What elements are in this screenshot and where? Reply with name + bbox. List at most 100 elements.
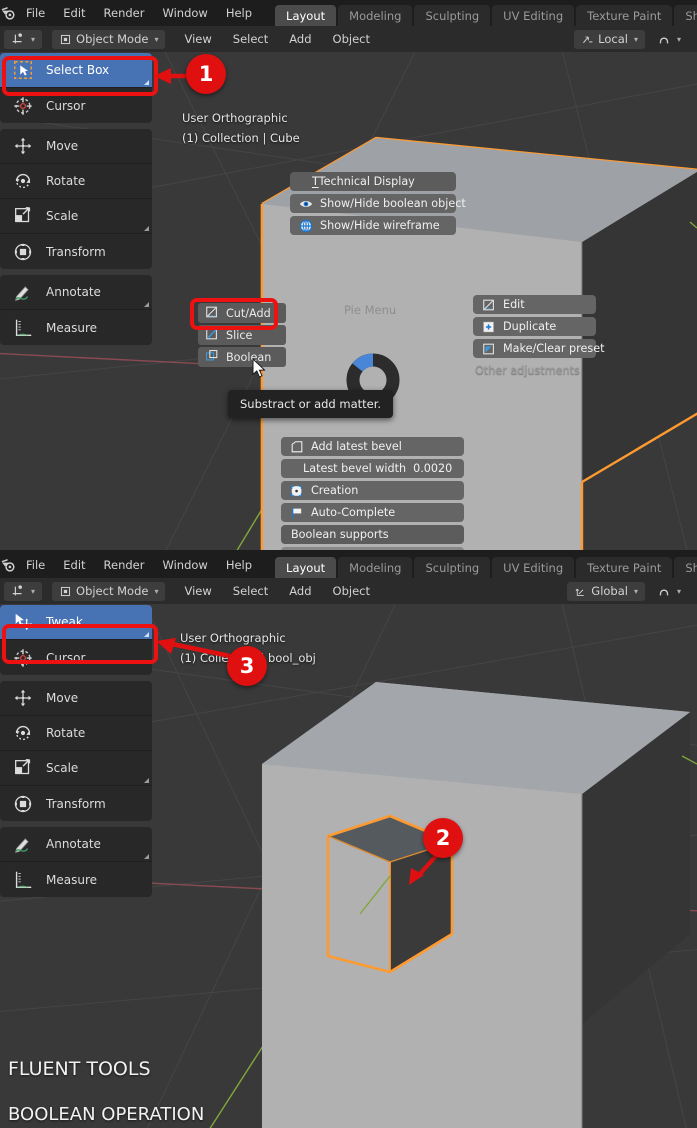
- blender-logo-icon[interactable]: [0, 0, 17, 26]
- header-menu-select[interactable]: Select: [224, 30, 277, 49]
- menu-help[interactable]: Help: [217, 0, 261, 26]
- tool-label: Move: [46, 691, 79, 705]
- menu-item-make-clear-preset[interactable]: Make/Clear preset: [473, 339, 605, 358]
- header-menu-object[interactable]: Object: [324, 30, 379, 49]
- menu-render[interactable]: Render: [95, 0, 154, 26]
- editor-type-icon[interactable]: ▾: [4, 29, 43, 49]
- tool-tweak[interactable]: Tweak: [0, 605, 152, 640]
- blender-logo-icon[interactable]: [0, 552, 17, 578]
- menu-edit[interactable]: Edit: [54, 552, 94, 578]
- menu-item-latest-bevel-width[interactable]: Latest bevel width 0.0020: [281, 459, 464, 478]
- viewport-3d-top[interactable]: User Orthographic (1) Collection | Cube …: [0, 52, 697, 550]
- tool-transform[interactable]: Transform: [0, 786, 152, 821]
- tab-modeling[interactable]: Modeling: [338, 557, 413, 578]
- object-mode-selector[interactable]: Object Mode ▾: [52, 581, 166, 601]
- cursor-3d-icon: [10, 93, 36, 119]
- tool-group-select: Select Box Cursor: [0, 53, 152, 123]
- menu-item-edit[interactable]: Edit: [473, 295, 596, 314]
- snap-magnet-button[interactable]: ▾: [648, 582, 690, 601]
- menu-item-value: 0.0020: [413, 462, 453, 475]
- expand-corner-icon: [144, 226, 149, 231]
- header-menu-select[interactable]: Select: [224, 582, 277, 601]
- menu-help[interactable]: Help: [217, 552, 261, 578]
- tool-label: Cursor: [46, 98, 86, 113]
- menu-item-slice[interactable]: Slice: [198, 325, 286, 345]
- menu-window[interactable]: Window: [153, 552, 216, 578]
- menu-item-add-latest-bevel[interactable]: Add latest bevel: [281, 437, 464, 456]
- tool-label: Transform: [46, 796, 106, 811]
- tab-texture-paint[interactable]: Texture Paint: [576, 5, 673, 26]
- object-mode-selector[interactable]: Object Mode ▾: [52, 29, 166, 49]
- tab-uv-editing[interactable]: UV Editing: [492, 557, 575, 578]
- header-menu-view[interactable]: View: [175, 30, 220, 49]
- tool-transform[interactable]: Transform: [0, 234, 152, 269]
- tool-annotate[interactable]: Annotate: [0, 827, 152, 862]
- tab-texture-paint[interactable]: Texture Paint: [576, 557, 673, 578]
- tool-rotate[interactable]: Rotate: [0, 164, 152, 199]
- tool-group-select: Tweak Cursor: [0, 605, 152, 675]
- header-menu-object[interactable]: Object: [324, 582, 379, 601]
- tab-shading[interactable]: Shading: [674, 5, 697, 26]
- tool-rotate[interactable]: Rotate: [0, 716, 152, 751]
- menu-item-creation[interactable]: Creation: [281, 481, 464, 500]
- scale-icon: [10, 203, 36, 229]
- menu-render[interactable]: Render: [95, 552, 154, 578]
- tab-layout[interactable]: Layout: [275, 557, 337, 578]
- tool-measure[interactable]: Measure: [0, 310, 152, 345]
- workspace-tabs: Layout Modeling Sculpting UV Editing Tex…: [275, 0, 697, 26]
- tool-select-box[interactable]: Select Box: [0, 53, 152, 88]
- menu-item-show-hide-wireframe[interactable]: Show/Hide wireframe: [290, 216, 456, 235]
- tab-shading[interactable]: Shading: [674, 557, 697, 578]
- toolbar-bottom: Tweak Cursor Move Rotate Scale Transform…: [0, 604, 152, 897]
- editor-type-icon[interactable]: ▾: [4, 581, 43, 601]
- measure-icon: [10, 867, 36, 893]
- tab-uv-editing[interactable]: UV Editing: [492, 5, 575, 26]
- menu-window[interactable]: Window: [153, 0, 216, 26]
- tool-label: Scale: [46, 761, 79, 775]
- tool-scale[interactable]: Scale: [0, 751, 152, 786]
- menu-item-cut-add[interactable]: Cut/Add: [198, 303, 286, 323]
- tool-label: Rotate: [46, 726, 86, 740]
- tool-label: Measure: [46, 320, 97, 335]
- snap-magnet-button[interactable]: ▾: [648, 30, 690, 49]
- header-menu-view[interactable]: View: [175, 582, 220, 601]
- menu-file[interactable]: File: [17, 0, 54, 26]
- tab-modeling[interactable]: Modeling: [338, 5, 413, 26]
- menu-item-boolean[interactable]: Boolean: [198, 347, 286, 367]
- tool-measure[interactable]: Measure: [0, 862, 152, 897]
- object-mode-label: Object Mode: [76, 32, 149, 46]
- tool-scale[interactable]: Scale: [0, 199, 152, 234]
- scale-icon: [10, 755, 36, 781]
- menu-item-partial-row[interactable]: [281, 547, 464, 550]
- tool-annotate[interactable]: Annotate: [0, 275, 152, 310]
- viewport-3d-bottom[interactable]: User Orthographic (1) Collection | bool_…: [0, 604, 697, 1128]
- tool-cursor[interactable]: Cursor: [0, 640, 152, 675]
- menu-item-auto-complete[interactable]: Auto-Complete: [281, 503, 464, 522]
- menu-item-label: Creation: [311, 484, 359, 497]
- auto-complete-icon: [289, 505, 304, 520]
- transform-orientation-selector[interactable]: Global ▾: [567, 581, 645, 601]
- menu-item-duplicate[interactable]: Duplicate: [473, 317, 596, 336]
- tab-sculpting[interactable]: Sculpting: [414, 557, 491, 578]
- tab-sculpting[interactable]: Sculpting: [414, 5, 491, 26]
- menu-edit[interactable]: Edit: [54, 0, 94, 26]
- header-menu-add[interactable]: Add: [280, 582, 320, 601]
- tool-cursor[interactable]: Cursor: [0, 88, 152, 123]
- top-tool-header: ▾ Object Mode ▾ View Select Add Object L…: [0, 26, 697, 52]
- menu-item-label: Edit: [503, 298, 525, 311]
- tool-label: Transform: [46, 244, 106, 259]
- menu-item-show-hide-boolean-object[interactable]: Show/Hide boolean object: [290, 194, 466, 213]
- transform-orientation-selector[interactable]: Local ▾: [574, 29, 645, 49]
- top-menubar: File Edit Render Window Help Layout Mode…: [0, 0, 697, 26]
- menu-file[interactable]: File: [17, 552, 54, 578]
- header-menu-add[interactable]: Add: [280, 30, 320, 49]
- tool-move[interactable]: Move: [0, 681, 152, 716]
- chevron-down-icon: ▾: [676, 586, 681, 596]
- select-box-icon: [10, 57, 36, 83]
- tool-group-annotate: Annotate Measure: [0, 827, 152, 897]
- tab-layout[interactable]: Layout: [275, 5, 337, 26]
- tool-move[interactable]: Move: [0, 129, 152, 164]
- workspace-tabs: Layout Modeling Sculpting UV Editing Tex…: [275, 552, 697, 578]
- tool-label: Scale: [46, 209, 79, 223]
- chevron-down-icon: ▾: [633, 586, 638, 596]
